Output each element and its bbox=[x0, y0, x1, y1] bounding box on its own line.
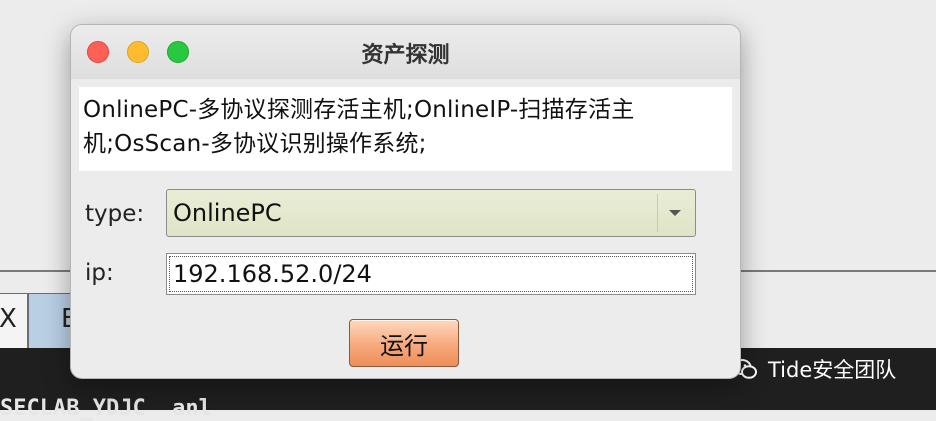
dialog-title: 资产探测 bbox=[361, 43, 450, 68]
watermark: Tide安全团队 bbox=[732, 354, 896, 384]
chevron-down-icon[interactable] bbox=[657, 194, 692, 232]
background-tab-1[interactable]: X bbox=[0, 293, 28, 348]
asset-detection-dialog: 资产探测 OnlinePC-多协议探测存活主机;OnlineIP-扫描存活主机;… bbox=[70, 24, 741, 379]
title-bar[interactable]: 资产探测 bbox=[71, 25, 740, 79]
type-select[interactable]: OnlinePC bbox=[166, 189, 696, 237]
type-select-value: OnlinePC bbox=[173, 199, 282, 227]
ip-input[interactable] bbox=[166, 253, 696, 295]
type-label: type: bbox=[85, 201, 145, 227]
description-text: OnlinePC-多协议探测存活主机;OnlineIP-扫描存活主机;OsSca… bbox=[79, 87, 732, 171]
run-button[interactable]: 运行 bbox=[349, 319, 459, 367]
ip-label: ip: bbox=[85, 260, 114, 286]
background-terminal-text: SECLAB_YDJC anl bbox=[0, 396, 212, 421]
watermark-text: Tide安全团队 bbox=[768, 358, 897, 382]
